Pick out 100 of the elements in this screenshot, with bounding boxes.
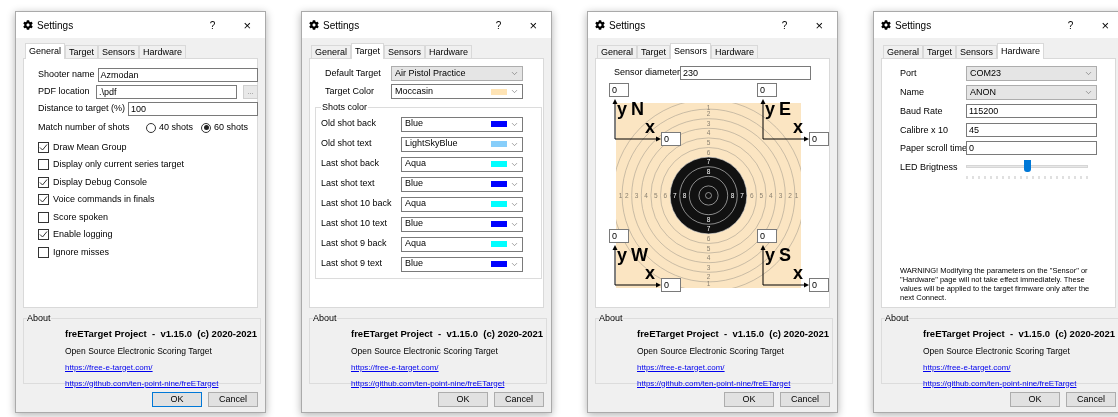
dropdown[interactable]: Aqua xyxy=(401,156,523,172)
tab[interactable]: Hardware xyxy=(711,45,759,58)
tab[interactable]: Sensors xyxy=(670,43,712,59)
text-field[interactable]: 0 xyxy=(661,132,681,146)
text-field[interactable]: 100 xyxy=(128,102,258,116)
link[interactable]: https://free-e-target.com/ xyxy=(65,361,153,374)
link[interactable]: https://github.com/ten-point-nine/freETarget xyxy=(923,377,1077,390)
text-field[interactable]: 0 xyxy=(757,83,777,97)
tab[interactable]: General xyxy=(597,45,638,58)
tab[interactable]: Sensors xyxy=(98,45,140,58)
field-label: Last shot 10 text xyxy=(321,217,389,231)
text-field[interactable]: Azmodan xyxy=(97,68,258,82)
checkbox[interactable] xyxy=(38,229,49,241)
radio-label: 40 shots xyxy=(159,121,194,134)
text-field[interactable]: 115200 xyxy=(966,104,1097,118)
text-field[interactable]: 0 xyxy=(757,229,777,243)
text-field[interactable]: .\pdf xyxy=(96,85,237,99)
field-label: Old shot back xyxy=(321,117,378,131)
dialog-button[interactable]: OK xyxy=(1010,392,1060,407)
text-field[interactable]: 0 xyxy=(609,229,629,243)
help-button[interactable]: ? xyxy=(209,17,216,33)
radio-button[interactable] xyxy=(201,122,212,133)
tab[interactable]: Hardware xyxy=(425,45,473,58)
dropdown[interactable]: Blue xyxy=(401,176,523,192)
radio-button[interactable] xyxy=(146,122,156,133)
text-field[interactable]: 45 xyxy=(966,122,1097,137)
about-subtitle: Open Source Electronic Scoring Target xyxy=(351,344,499,358)
tab[interactable]: General xyxy=(883,45,924,58)
text-field[interactable]: 0 xyxy=(809,132,829,146)
text-field[interactable]: 0 xyxy=(661,278,681,292)
dropdown[interactable]: Air Pistol Practice xyxy=(391,66,523,81)
close-button[interactable]: × xyxy=(815,18,823,32)
dropdown[interactable]: COM23 xyxy=(966,66,1097,81)
link[interactable]: https://github.com/ten-point-nine/freETarget xyxy=(351,377,505,390)
tab[interactable]: Target xyxy=(637,45,671,58)
field-label: LED Brigtness xyxy=(900,160,959,174)
link[interactable]: https://github.com/ten-point-nine/freETarget xyxy=(637,377,791,390)
tab[interactable]: Hardware xyxy=(997,43,1045,59)
dropdown[interactable]: Blue xyxy=(401,116,523,132)
tab[interactable]: Target xyxy=(65,45,99,58)
checkbox[interactable] xyxy=(38,211,49,223)
field-label: PDF location xyxy=(38,85,91,99)
checkbox[interactable] xyxy=(38,246,49,258)
checkbox[interactable] xyxy=(38,141,49,153)
axis-label: y xyxy=(617,100,627,118)
about-title: freETarget Project - v1.15.0 (c) 2020-2021 xyxy=(65,326,258,341)
window-title: Settings xyxy=(609,18,647,33)
help-button[interactable]: ? xyxy=(495,17,502,33)
text-field[interactable]: 230 xyxy=(680,66,811,80)
slider-thumb[interactable] xyxy=(1023,159,1031,172)
close-button[interactable]: × xyxy=(243,18,251,32)
dialog-button[interactable]: OK xyxy=(438,392,488,407)
dropdown[interactable]: LightSkyBlue xyxy=(401,136,523,152)
tab[interactable]: Sensors xyxy=(384,45,426,58)
checkbox[interactable] xyxy=(38,176,49,188)
axis-label: y xyxy=(765,246,775,264)
field-label: Last shot text xyxy=(321,177,376,191)
checkbox[interactable] xyxy=(38,194,49,206)
direction-label: N xyxy=(631,100,644,118)
dialog-button[interactable]: Cancel xyxy=(780,392,830,407)
dialog-button[interactable]: Cancel xyxy=(1066,392,1116,407)
tab[interactable]: General xyxy=(311,45,352,58)
link[interactable]: https://free-e-target.com/ xyxy=(923,361,1011,374)
help-button[interactable]: ? xyxy=(781,17,788,33)
field-label: Last shot back xyxy=(321,157,381,171)
dropdown[interactable]: Aqua xyxy=(401,196,523,212)
link[interactable]: https://github.com/ten-point-nine/freETarget xyxy=(65,377,219,390)
group-title: About xyxy=(27,312,51,325)
tab[interactable]: Sensors xyxy=(956,45,998,58)
dropdown[interactable]: Moccasin xyxy=(391,84,523,99)
tab[interactable]: Target xyxy=(351,43,385,59)
tab[interactable]: Target xyxy=(923,45,957,58)
tab[interactable]: General xyxy=(25,43,66,59)
dialog-button[interactable]: OK xyxy=(724,392,774,407)
dialog-button[interactable]: Cancel xyxy=(208,392,258,407)
axis-label: x xyxy=(793,264,803,282)
axis-label: x xyxy=(793,118,803,136)
dropdown[interactable]: Blue xyxy=(401,256,523,272)
checkbox[interactable] xyxy=(38,159,49,171)
dropdown[interactable]: ANON xyxy=(966,85,1097,100)
chevron-down-icon xyxy=(1084,69,1093,78)
close-button[interactable]: × xyxy=(1101,18,1109,32)
close-button[interactable]: × xyxy=(529,18,537,32)
slider[interactable] xyxy=(966,159,1088,182)
link[interactable]: https://free-e-target.com/ xyxy=(637,361,725,374)
text-field[interactable]: 0 xyxy=(809,278,829,292)
tab[interactable]: Hardware xyxy=(139,45,187,58)
dropdown[interactable]: Blue xyxy=(401,216,523,232)
dialog-button[interactable]: OK xyxy=(152,392,202,407)
about-title: freETarget Project - v1.15.0 (c) 2020-2021 xyxy=(923,326,1116,341)
text-field[interactable]: 0 xyxy=(609,83,629,97)
dropdown[interactable]: Aqua xyxy=(401,236,523,252)
gear-icon xyxy=(23,20,33,30)
link[interactable]: https://free-e-target.com/ xyxy=(351,361,439,374)
text-field[interactable]: 0 xyxy=(966,141,1097,155)
help-button[interactable]: ? xyxy=(1067,17,1074,33)
about-subtitle: Open Source Electronic Scoring Target xyxy=(637,344,785,358)
field-label: Port xyxy=(900,67,918,80)
about-title: freETarget Project - v1.15.0 (c) 2020-2021 xyxy=(351,326,544,341)
dialog-button[interactable]: Cancel xyxy=(494,392,544,407)
